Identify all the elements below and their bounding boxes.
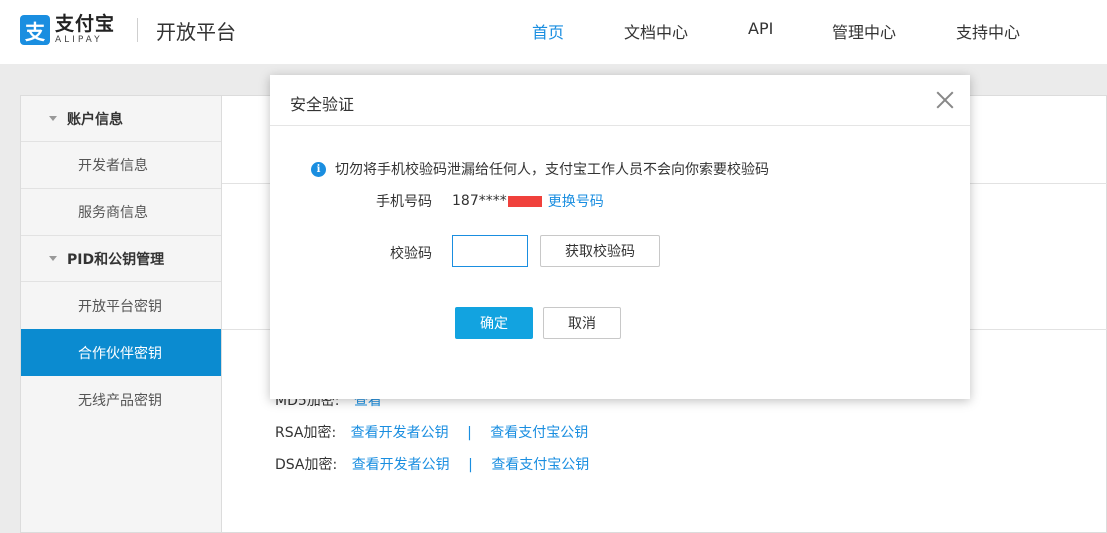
cancel-button[interactable]: 取消 [543,307,621,339]
dsa-dev-pubkey-link[interactable]: 查看开发者公钥 [352,457,450,473]
sidebar: 账户信息 开发者信息 服务商信息 PID和公钥管理 开放平台密钥 合作伙伴密钥 … [20,95,222,533]
confirm-button[interactable]: 确定 [455,307,533,339]
top-header: 支 支付宝 ALIPAY 开放平台 首页 文档中心 API 管理中心 支持中心 [0,0,1107,64]
code-label: 校验码 [390,246,432,262]
sidebar-group-account[interactable]: 账户信息 [21,96,221,142]
logo-name-en: ALIPAY [55,35,103,45]
caret-down-icon [49,256,57,261]
sidebar-item-developer-info[interactable]: 开发者信息 [21,142,221,189]
dsa-alipay-pubkey-link[interactable]: 查看支付宝公钥 [491,457,589,473]
link-separator: | [468,457,473,473]
link-separator: | [467,425,472,441]
dsa-label: DSA加密: [275,457,338,473]
nav-docs[interactable]: 文档中心 [624,19,688,43]
phone-value: 187**** [452,193,507,209]
phone-number: 187**** 更换号码 [452,191,604,211]
nav-support[interactable]: 支持中心 [956,19,1020,43]
sidebar-item-provider-info[interactable]: 服务商信息 [21,189,221,236]
nav-management[interactable]: 管理中心 [832,19,896,43]
sidebar-item-wireless-keys[interactable]: 无线产品密钥 [21,376,221,423]
alipay-logo-icon: 支 [20,15,50,45]
info-icon: i [311,161,326,177]
platform-name: 开放平台 [156,19,237,44]
dialog-header: 安全验证 [270,75,970,126]
phone-label: 手机号码 [376,194,432,210]
dialog-title: 安全验证 [290,95,355,114]
get-code-button[interactable]: 获取校验码 [540,235,660,267]
verification-code-input[interactable] [452,235,528,267]
alipay-logo[interactable]: 支 支付宝 ALIPAY 开放平台 [20,13,236,47]
sidebar-group-pid-keys[interactable]: PID和公钥管理 [21,236,221,282]
caret-down-icon [49,116,57,121]
sidebar-item-partner-keys[interactable]: 合作伙伴密钥 [21,329,221,376]
notice-text: 切勿将手机校验码泄漏给任何人，支付宝工作人员不会向你索要校验码 [335,162,769,178]
security-notice: i 切勿将手机校验码泄漏给任何人，支付宝工作人员不会向你索要校验码 [311,159,769,179]
rsa-label: RSA加密: [275,425,337,441]
close-icon[interactable] [934,89,956,111]
logo-name-cn: 支付宝 [55,13,116,35]
sidebar-item-platform-keys[interactable]: 开放平台密钥 [21,282,221,329]
logo-divider [137,18,139,42]
security-verification-dialog: 安全验证 i 切勿将手机校验码泄漏给任何人，支付宝工作人员不会向你索要校验码 手… [270,75,970,399]
nav-home[interactable]: 首页 [532,19,564,43]
change-number-link[interactable]: 更换号码 [548,191,604,211]
redaction-mark [507,195,542,207]
rsa-dev-pubkey-link[interactable]: 查看开发者公钥 [351,425,449,441]
rsa-alipay-pubkey-link[interactable]: 查看支付宝公钥 [490,425,588,441]
rsa-row: RSA加密: 查看开发者公钥 | 查看支付宝公钥 [275,422,588,442]
nav-api[interactable]: API [748,19,773,38]
dsa-row: DSA加密: 查看开发者公钥 | 查看支付宝公钥 [275,454,589,474]
